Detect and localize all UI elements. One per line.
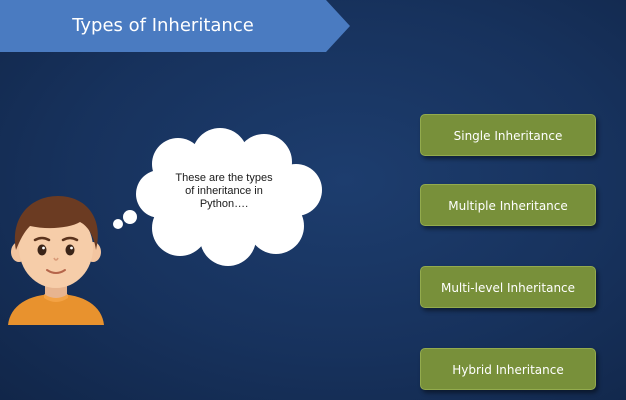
slide-title: Types of Inheritance xyxy=(72,15,254,36)
single-inheritance-box: Single Inheritance xyxy=(420,114,596,156)
multiple-inheritance-box: Multiple Inheritance xyxy=(420,184,596,226)
thought-line: Python…. xyxy=(199,198,249,210)
multi-level-inheritance-box: Multi-level Inheritance xyxy=(420,266,596,308)
boy-avatar-icon xyxy=(0,190,112,325)
thought-bubble-text: These are the types of inheritance in Py… xyxy=(165,172,283,211)
slide: Types of Inheritance These are the types… xyxy=(0,0,626,400)
thought-line: of inheritance in xyxy=(185,185,263,197)
thought-line: These are the types xyxy=(175,172,273,184)
title-banner: Types of Inheritance xyxy=(0,0,350,52)
hybrid-inheritance-box: Hybrid Inheritance xyxy=(420,348,596,390)
